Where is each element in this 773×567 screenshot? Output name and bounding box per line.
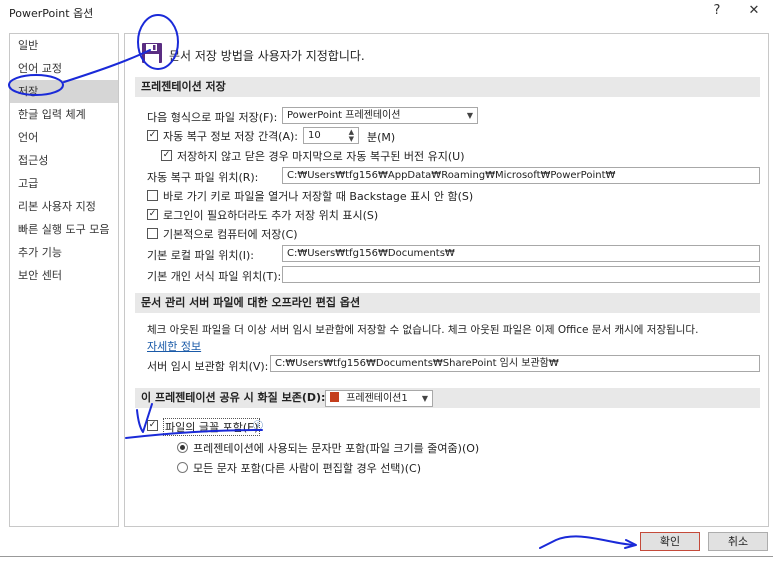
section-preserve-fidelity: 이 프레젠테이션 공유 시 화질 보존(D): [135, 388, 760, 408]
default-local-field[interactable]: C:₩Users₩tfg156₩Documents₩ [282, 245, 760, 262]
info-icon[interactable]: ⓘ [253, 417, 263, 432]
additional-places-label: 로그인이 필요하더라도 추가 저장 위치 표시(S) [163, 209, 379, 222]
minutes-label: 분(M) [367, 131, 396, 144]
learn-more-link[interactable]: 자세한 정보 [147, 338, 201, 354]
autorecover-interval-spinner[interactable]: 10 ▲ ▼ [303, 127, 359, 144]
sidebar-item-add-ins[interactable]: 추가 기능 [10, 241, 118, 264]
sidebar-item-customize-ribbon[interactable]: 리본 사용자 지정 [10, 195, 118, 218]
embed-fonts-checkbox[interactable]: ✓ [147, 420, 158, 431]
cancel-button[interactable]: 취소 [708, 532, 768, 551]
save-format-select[interactable]: PowerPoint 프레젠테이션 ▼ [282, 107, 478, 124]
sidebar-item-save[interactable]: 저장 [10, 80, 118, 103]
section-offline-editing: 문서 관리 서버 파일에 대한 오프라인 편집 옵션 [135, 293, 760, 313]
personal-templates-field[interactable] [282, 266, 760, 283]
panel-header-text: 문서 저장 방법을 사용자가 지정합니다. [169, 49, 365, 63]
additional-places-checkbox[interactable]: ✓ [147, 209, 158, 220]
autorecover-location-label: 자동 복구 파일 위치(R): [147, 171, 259, 184]
presentation-select-value: 프레젠테이션1 [346, 393, 408, 404]
sidebar-item-accessibility[interactable]: 접근성 [10, 149, 118, 172]
sidebar-item-proofing[interactable]: 언어 교정 [10, 57, 118, 80]
sidebar-item-quick-access-toolbar[interactable]: 빠른 실행 도구 모음 [10, 218, 118, 241]
powerpoint-file-icon [330, 392, 339, 402]
options-panel: 문서 저장 방법을 사용자가 지정합니다. 프레젠테이션 저장 다음 형식으로 … [124, 33, 769, 527]
autorecover-interval-value: 10 [308, 130, 321, 141]
arrow-to-ok-annotation [539, 535, 636, 549]
presentation-select[interactable]: 프레젠테이션1 ▼ [325, 390, 433, 407]
chevron-down-icon: ▼ [466, 111, 473, 120]
sidebar-item-advanced[interactable]: 고급 [10, 172, 118, 195]
radio-embed-used-only-label: 프레젠테이션에 사용되는 문자만 포함(파일 크기를 줄여줌)(O) [193, 442, 480, 455]
window-title: PowerPoint 옵션 [9, 7, 94, 20]
sidebar-item-trust-center[interactable]: 보안 센터 [10, 264, 118, 287]
save-icon [142, 43, 162, 63]
personal-templates-label: 기본 개인 서식 파일 위치(T): [147, 270, 282, 283]
save-to-computer-label: 기본적으로 컴퓨터에 저장(C) [163, 228, 298, 241]
arrowhead-annotation [624, 539, 637, 549]
backstage-label: 바로 가기 키로 파일을 열거나 저장할 때 Backstage 표시 안 함(… [163, 190, 474, 203]
autorecover-label: 자동 복구 정보 저장 간격(A): [163, 130, 298, 143]
ok-button[interactable]: 확인 [640, 532, 700, 551]
keep-last-version-checkbox[interactable]: ✓ [161, 150, 172, 161]
title-bar: PowerPoint 옵션 ? ✕ [0, 0, 773, 24]
save-format-label: 다음 형식으로 파일 저장(F): [147, 111, 278, 124]
footer-divider [0, 556, 773, 557]
radio-embed-all[interactable] [177, 462, 188, 473]
sidebar-item-language[interactable]: 언어 [10, 126, 118, 149]
sidebar: 일반 언어 교정 저장 한글 입력 체계 언어 접근성 고급 리본 사용자 지정… [9, 33, 119, 527]
save-format-value: PowerPoint 프레젠테이션 [287, 110, 401, 121]
sidebar-item-general[interactable]: 일반 [10, 34, 118, 57]
autorecover-checkbox[interactable]: ✓ [147, 130, 158, 141]
section-save-presentations: 프레젠테이션 저장 [135, 77, 760, 97]
spinner-arrows-icon[interactable]: ▲ ▼ [349, 129, 354, 143]
backstage-checkbox[interactable] [147, 190, 158, 201]
preserve-fidelity-label: 이 프레젠테이션 공유 시 화질 보존(D): [141, 391, 326, 404]
help-button[interactable]: ? [706, 3, 728, 21]
offline-description: 체크 아웃된 파일을 더 이상 서버 임시 보관함에 저장할 수 없습니다. 체… [147, 324, 699, 336]
radio-embed-all-label: 모든 문자 포함(다른 사람이 편집할 경우 선택)(C) [193, 462, 421, 475]
autorecover-location-field[interactable]: C:₩Users₩tfg156₩AppData₩Roaming₩Microsof… [282, 167, 760, 184]
drafts-location-label: 서버 임시 보관함 위치(V): [147, 360, 269, 373]
embed-fonts-label: 파일의 글꼴 포함(E) [163, 418, 261, 436]
default-local-label: 기본 로컬 파일 위치(I): [147, 249, 254, 262]
radio-embed-used-only[interactable] [177, 442, 188, 453]
chevron-down-icon: ▼ [421, 394, 428, 403]
drafts-location-field[interactable]: C:₩Users₩tfg156₩Documents₩SharePoint 임시 … [270, 355, 760, 372]
close-button[interactable]: ✕ [743, 3, 765, 21]
save-to-computer-checkbox[interactable] [147, 228, 158, 239]
keep-last-version-label: 저장하지 않고 닫은 경우 마지막으로 자동 복구된 버전 유지(U) [177, 150, 465, 163]
sidebar-item-korean-ime[interactable]: 한글 입력 체계 [10, 103, 118, 126]
